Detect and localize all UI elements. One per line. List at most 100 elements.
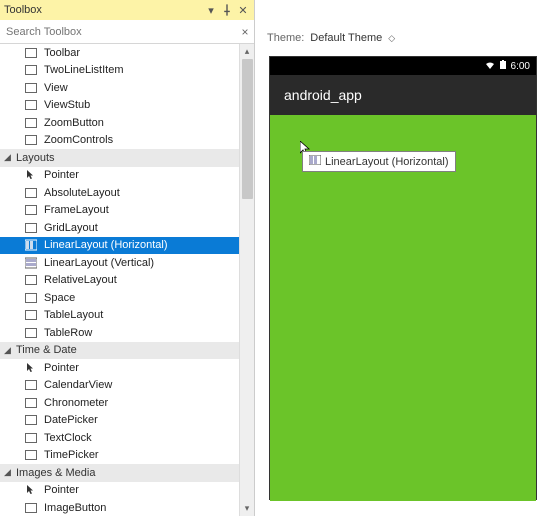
wifi-icon <box>485 60 495 73</box>
designer-area: Theme: Default Theme ◇ 6:00 android_app <box>255 0 553 516</box>
battery-icon <box>499 60 507 73</box>
toolbox-item-label: TextClock <box>44 432 92 444</box>
toolbox-item[interactable]: Pointer <box>0 167 254 185</box>
pointer-icon <box>24 483 38 497</box>
toolbox-item-label: View <box>44 82 68 94</box>
toolbox-item[interactable]: Space <box>0 289 254 307</box>
toolbox-title: Toolbox <box>4 4 202 16</box>
widget-icon <box>24 46 38 60</box>
toolbox-item[interactable]: RelativeLayout <box>0 272 254 290</box>
toolbox-item-label: AbsoluteLayout <box>44 187 120 199</box>
dragged-widget[interactable]: LinearLayout (Horizontal) <box>302 151 456 172</box>
toolbox-item-label: Toolbar <box>44 47 80 59</box>
widget-icon <box>24 413 38 427</box>
toolbox-item-label: Pointer <box>44 362 79 374</box>
category-label: Layouts <box>16 152 55 164</box>
toolbox-item[interactable]: View <box>0 79 254 97</box>
toolbox-item-label: LinearLayout (Horizontal) <box>44 239 168 251</box>
widget-icon <box>24 63 38 77</box>
scroll-up-icon[interactable]: ▴ <box>240 44 254 59</box>
widget-icon <box>24 116 38 130</box>
pointer-icon <box>24 361 38 375</box>
toolbox-item[interactable]: TextClock <box>0 429 254 447</box>
toolbox-item-label: ZoomButton <box>44 117 104 129</box>
widget-icon <box>24 378 38 392</box>
pin-icon[interactable] <box>220 3 234 17</box>
toolbox-item-label: Pointer <box>44 484 79 496</box>
status-time: 6:00 <box>511 61 530 72</box>
design-canvas[interactable]: LinearLayout (Horizontal) <box>270 115 536 501</box>
app-bar: android_app <box>270 75 536 115</box>
toolbox-item-label: ZoomControls <box>44 134 113 146</box>
toolbox-category[interactable]: ◢Layouts <box>0 149 254 167</box>
scroll-down-icon[interactable]: ▾ <box>240 501 254 516</box>
toolbox-item[interactable]: TimePicker <box>0 447 254 465</box>
toolbox-item[interactable]: CalendarView <box>0 377 254 395</box>
device-frame: 6:00 android_app LinearLayout (Horizonta… <box>269 56 537 500</box>
toolbox-item[interactable]: GridLayout <box>0 219 254 237</box>
toolbox-item[interactable]: ViewStub <box>0 97 254 115</box>
toolbox-item-label: Chronometer <box>44 397 108 409</box>
layout-icon <box>24 291 38 305</box>
pointer-icon <box>24 168 38 182</box>
widget-icon <box>24 448 38 462</box>
dropdown-icon[interactable]: ▾ <box>204 3 218 17</box>
category-label: Time & Date <box>16 344 77 356</box>
widget-icon <box>24 98 38 112</box>
toolbox-item-label: DatePicker <box>44 414 98 426</box>
widget-icon <box>24 501 38 515</box>
layout-icon <box>24 221 38 235</box>
toolbox-item[interactable]: Toolbar <box>0 44 254 62</box>
clear-search-icon[interactable]: × <box>236 25 254 39</box>
toolbox-item-label: ViewStub <box>44 99 90 111</box>
toolbox-header: Toolbox ▾ ✕ <box>0 0 254 20</box>
toolbox-item[interactable]: ZoomButton <box>0 114 254 132</box>
toolbox-item[interactable]: Pointer <box>0 482 254 500</box>
widget-icon <box>24 133 38 147</box>
toolbox-item[interactable]: ImageButton <box>0 499 254 516</box>
toolbox-item-label: GridLayout <box>44 222 98 234</box>
toolbox-item-label: Pointer <box>44 169 79 181</box>
toolbox-item-label: LinearLayout (Vertical) <box>44 257 154 269</box>
expand-icon: ◢ <box>4 152 14 163</box>
toolbox-item[interactable]: TableLayout <box>0 307 254 325</box>
toolbox-item-label: CalendarView <box>44 379 112 391</box>
toolbox-category[interactable]: ◢Time & Date <box>0 342 254 360</box>
status-bar: 6:00 <box>270 57 536 75</box>
scrollbar[interactable]: ▴ ▾ <box>239 44 254 516</box>
toolbox-panel: Toolbox ▾ ✕ × Toolbar TwoLineListItem View… <box>0 0 255 516</box>
toolbox-item[interactable]: LinearLayout (Vertical) <box>0 254 254 272</box>
toolbox-item-label: Space <box>44 292 75 304</box>
toolbox-item[interactable]: Chronometer <box>0 394 254 412</box>
toolbox-category[interactable]: ◢Images & Media <box>0 464 254 482</box>
layout-icon <box>24 308 38 322</box>
toolbox-item[interactable]: TableRow <box>0 324 254 342</box>
close-icon[interactable]: ✕ <box>236 3 250 17</box>
toolbox-item-label: FrameLayout <box>44 204 109 216</box>
theme-value: Default Theme <box>310 32 382 44</box>
search-input[interactable] <box>0 23 236 41</box>
scroll-thumb[interactable] <box>242 59 253 199</box>
app-title: android_app <box>284 87 362 103</box>
expand-icon: ◢ <box>4 467 14 478</box>
layout-icon <box>24 186 38 200</box>
toolbox-item[interactable]: Pointer <box>0 359 254 377</box>
toolbox-item-label: TimePicker <box>44 449 99 461</box>
theme-selector[interactable]: Theme: Default Theme ◇ <box>267 32 553 44</box>
toolbox-item[interactable]: ZoomControls <box>0 132 254 150</box>
toolbox-item[interactable]: TwoLineListItem <box>0 62 254 80</box>
toolbox-item-label: ImageButton <box>44 502 106 514</box>
toolbox-item-label: TableRow <box>44 327 92 339</box>
theme-label: Theme: <box>267 32 304 44</box>
layout-icon <box>24 273 38 287</box>
toolbox-item[interactable]: AbsoluteLayout <box>0 184 254 202</box>
toolbox-item-label: RelativeLayout <box>44 274 117 286</box>
toolbox-item[interactable]: LinearLayout (Horizontal) <box>0 237 254 255</box>
toolbox-item[interactable]: FrameLayout <box>0 202 254 220</box>
widget-icon <box>24 81 38 95</box>
widget-icon <box>24 431 38 445</box>
hlayout-icon <box>24 238 38 252</box>
category-label: Images & Media <box>16 467 95 479</box>
toolbox-item[interactable]: DatePicker <box>0 412 254 430</box>
toolbox-tree: Toolbar TwoLineListItem View ViewStub ZoomBu… <box>0 44 254 516</box>
